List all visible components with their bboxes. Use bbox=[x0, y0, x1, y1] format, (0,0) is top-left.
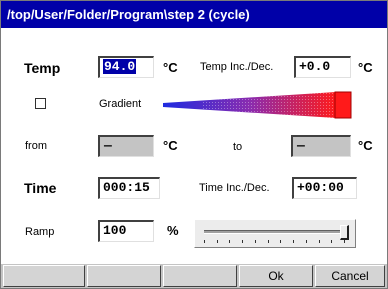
slider-tick bbox=[344, 240, 345, 243]
time-label: Time bbox=[24, 180, 57, 196]
cancel-button[interactable]: Cancel bbox=[315, 265, 385, 287]
slider-tick bbox=[255, 240, 256, 243]
gradient-label: Gradient bbox=[99, 98, 142, 110]
from-field[interactable]: — bbox=[98, 135, 154, 157]
temp-value-field[interactable]: 94.0 bbox=[98, 56, 154, 78]
slider-tick bbox=[293, 240, 294, 243]
ok-button[interactable]: Ok bbox=[239, 265, 313, 287]
window-title: /top/User/Folder/Program\step 2 (cycle) bbox=[1, 1, 387, 28]
time-inc-field[interactable]: +00:00 bbox=[292, 177, 357, 199]
button-bar: Ok Cancel bbox=[1, 264, 387, 288]
slider-tick bbox=[268, 240, 269, 243]
slider-tick bbox=[242, 240, 243, 243]
slider-tick bbox=[229, 240, 230, 243]
temp-inc-unit: °C bbox=[358, 60, 373, 75]
slider-track bbox=[204, 230, 344, 234]
blank-button-1[interactable] bbox=[3, 265, 85, 287]
to-field[interactable]: — bbox=[291, 135, 351, 157]
slider-tick bbox=[280, 240, 281, 243]
time-field[interactable]: 000:15 bbox=[98, 177, 160, 199]
from-label: from bbox=[25, 140, 47, 152]
temp-inc-label: Temp Inc./Dec. bbox=[200, 61, 274, 73]
from-unit: °C bbox=[163, 138, 178, 153]
slider-tick bbox=[306, 240, 307, 243]
to-unit: °C bbox=[358, 138, 373, 153]
slider-tick bbox=[331, 240, 332, 243]
slider-tick bbox=[217, 240, 218, 243]
ramp-slider[interactable] bbox=[194, 219, 356, 248]
program-step-dialog: /top/User/Folder/Program\step 2 (cycle) … bbox=[0, 0, 388, 289]
ramp-field[interactable]: 100 bbox=[98, 220, 154, 242]
slider-tick bbox=[319, 240, 320, 243]
temp-label: Temp bbox=[24, 60, 61, 76]
blank-button-2[interactable] bbox=[87, 265, 161, 287]
temp-inc-field[interactable]: +0.0 bbox=[294, 56, 351, 78]
gradient-checkbox[interactable] bbox=[35, 98, 46, 109]
gradient-indicator-icon bbox=[163, 91, 352, 119]
slider-thumb[interactable] bbox=[340, 225, 349, 240]
ramp-unit: % bbox=[167, 223, 179, 238]
temp-unit: °C bbox=[163, 60, 178, 75]
temp-value: 94.0 bbox=[103, 59, 137, 74]
ramp-label: Ramp bbox=[25, 226, 55, 238]
slider-tick bbox=[204, 240, 205, 243]
to-label: to bbox=[233, 141, 243, 153]
time-inc-label: Time Inc./Dec. bbox=[199, 182, 270, 194]
blank-button-3[interactable] bbox=[163, 265, 237, 287]
